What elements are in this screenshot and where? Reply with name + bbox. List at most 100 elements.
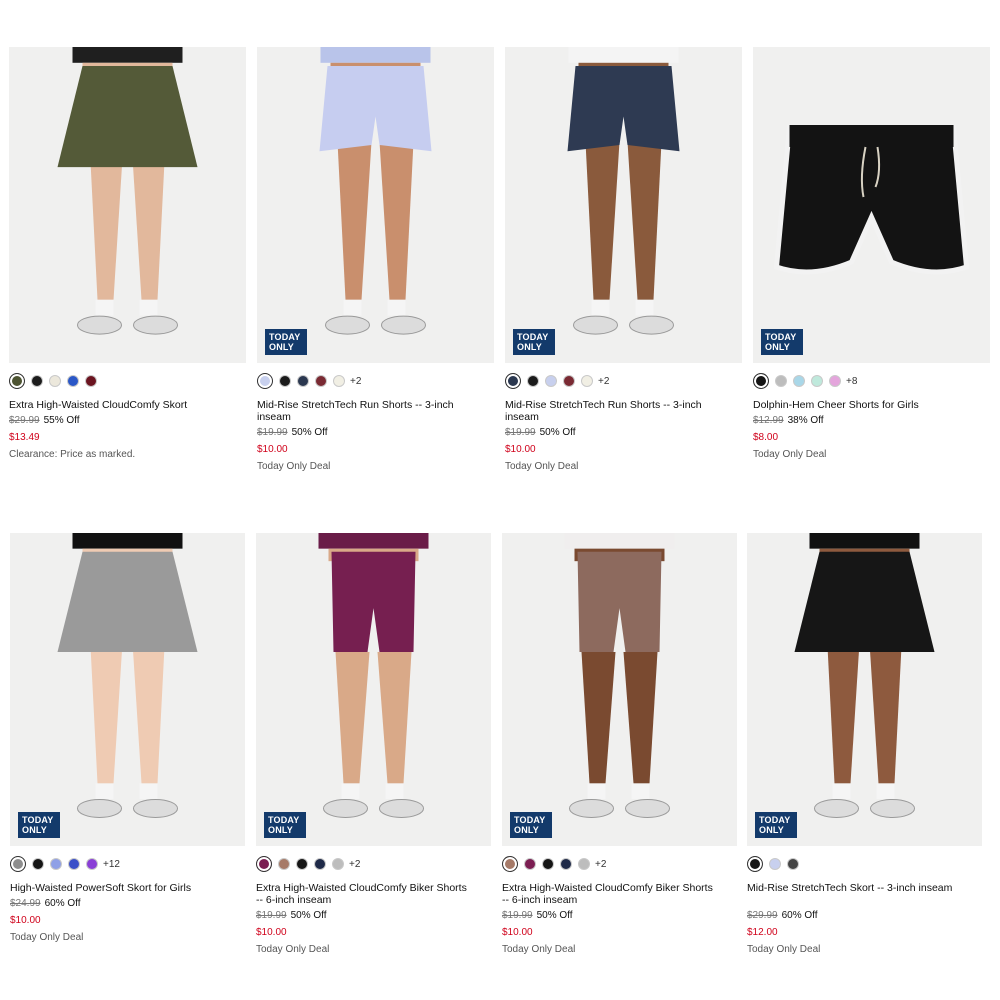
promo-note: Today Only Deal (505, 461, 579, 472)
color-swatch[interactable] (560, 858, 572, 870)
color-swatch[interactable] (793, 375, 805, 387)
color-swatch[interactable] (502, 856, 518, 872)
color-swatch[interactable] (85, 375, 97, 387)
discount-percent: 50% Off (536, 910, 573, 921)
color-swatch[interactable] (811, 375, 823, 387)
original-price: $19.99 (257, 427, 288, 438)
product-image[interactable]: TODAY ONLY (256, 533, 491, 846)
discount-percent: 50% Off (290, 910, 327, 921)
product-title[interactable]: Mid-Rise StretchTech Skort -- 3-inch ins… (747, 882, 962, 894)
product-title[interactable]: Mid-Rise StretchTech Run Shorts -- 3-inc… (505, 399, 722, 423)
product-title[interactable]: Dolphin-Hem Cheer Shorts for Girls (753, 399, 970, 411)
promo-note: Today Only Deal (753, 449, 827, 460)
color-swatch[interactable] (278, 858, 290, 870)
more-colors-link[interactable]: +8 (846, 376, 857, 387)
sale-price: $12.00 (747, 927, 778, 938)
color-swatch[interactable] (257, 373, 273, 389)
sale-price: $10.00 (502, 927, 533, 938)
color-swatch[interactable] (67, 375, 79, 387)
today-only-badge: TODAY ONLY (513, 329, 555, 355)
color-swatch[interactable] (10, 856, 26, 872)
badge-line-1: TODAY (759, 815, 791, 825)
color-swatch[interactable] (315, 375, 327, 387)
product-image[interactable]: TODAY ONLY (257, 47, 494, 363)
color-swatch[interactable] (256, 856, 272, 872)
product-image[interactable]: TODAY ONLY (10, 533, 245, 846)
color-swatch[interactable] (505, 373, 521, 389)
color-swatch[interactable] (49, 375, 61, 387)
color-swatches (747, 856, 799, 872)
today-only-badge: TODAY ONLY (510, 812, 552, 838)
sale-price: $8.00 (753, 432, 779, 443)
color-swatch[interactable] (527, 375, 539, 387)
color-swatch[interactable] (279, 375, 291, 387)
promo-note: Today Only Deal (257, 461, 331, 472)
today-only-badge: TODAY ONLY (264, 812, 306, 838)
badge-line-2: ONLY (269, 342, 294, 352)
product-image[interactable]: TODAY ONLY (502, 533, 737, 846)
promo-note: Today Only Deal (256, 944, 330, 955)
sale-price: $10.00 (10, 915, 41, 926)
product-image[interactable]: TODAY ONLY (505, 47, 742, 363)
more-colors-link[interactable]: +2 (595, 859, 606, 870)
color-swatches: +2 (256, 856, 360, 872)
product-image[interactable]: TODAY ONLY (753, 47, 990, 363)
color-swatch[interactable] (563, 375, 575, 387)
original-price: $24.99 (10, 898, 41, 909)
product-photo (564, 533, 675, 818)
product-title[interactable]: Extra High-Waisted CloudComfy Biker Shor… (502, 882, 717, 906)
discount-percent: 50% Off (539, 427, 576, 438)
color-swatch[interactable] (747, 856, 763, 872)
color-swatch[interactable] (297, 375, 309, 387)
color-swatch[interactable] (9, 373, 25, 389)
color-swatch[interactable] (86, 858, 98, 870)
color-swatch[interactable] (545, 375, 557, 387)
badge-line-2: ONLY (268, 825, 293, 835)
color-swatch[interactable] (296, 858, 308, 870)
color-swatch[interactable] (753, 373, 769, 389)
product-title[interactable]: Extra High-Waisted CloudComfy Skort (9, 399, 226, 411)
more-colors-link[interactable]: +2 (350, 376, 361, 387)
color-swatch[interactable] (50, 858, 62, 870)
color-swatch[interactable] (314, 858, 326, 870)
badge-line-1: TODAY (765, 332, 797, 342)
more-colors-link[interactable]: +12 (103, 859, 120, 870)
color-swatch[interactable] (68, 858, 80, 870)
badge-line-2: ONLY (514, 825, 539, 835)
discount-percent: 55% Off (43, 415, 80, 426)
price-line: $24.99 60% Off (10, 898, 81, 910)
more-colors-link[interactable]: +2 (598, 376, 609, 387)
product-image[interactable]: TODAY ONLY (747, 533, 982, 846)
more-colors-link[interactable]: +2 (349, 859, 360, 870)
product-title[interactable]: High-Waisted PowerSoft Skort for Girls (10, 882, 225, 894)
color-swatch[interactable] (542, 858, 554, 870)
badge-line-1: TODAY (517, 332, 549, 342)
color-swatch[interactable] (775, 375, 787, 387)
promo-note: Clearance: Price as marked. (9, 449, 136, 460)
color-swatches: +12 (10, 856, 120, 872)
color-swatch[interactable] (787, 858, 799, 870)
sale-price: $13.49 (9, 432, 40, 443)
original-price: $29.99 (9, 415, 40, 426)
color-swatch[interactable] (31, 375, 43, 387)
original-price: $29.99 (747, 910, 778, 921)
color-swatch[interactable] (581, 375, 593, 387)
badge-line-2: ONLY (22, 825, 47, 835)
original-price: $19.99 (256, 910, 287, 921)
color-swatch[interactable] (332, 858, 344, 870)
product-title[interactable]: Mid-Rise StretchTech Run Shorts -- 3-inc… (257, 399, 474, 423)
product-image[interactable] (9, 47, 246, 363)
sale-price: $10.00 (256, 927, 287, 938)
color-swatch[interactable] (829, 375, 841, 387)
color-swatches: +2 (502, 856, 606, 872)
color-swatch[interactable] (333, 375, 345, 387)
color-swatch[interactable] (769, 858, 781, 870)
color-swatch[interactable] (524, 858, 536, 870)
color-swatch[interactable] (32, 858, 44, 870)
product-title[interactable]: Extra High-Waisted CloudComfy Biker Shor… (256, 882, 471, 906)
badge-line-2: ONLY (765, 342, 790, 352)
sale-price: $10.00 (505, 444, 536, 455)
product-photo (319, 47, 432, 335)
color-swatches (9, 373, 97, 389)
color-swatch[interactable] (578, 858, 590, 870)
